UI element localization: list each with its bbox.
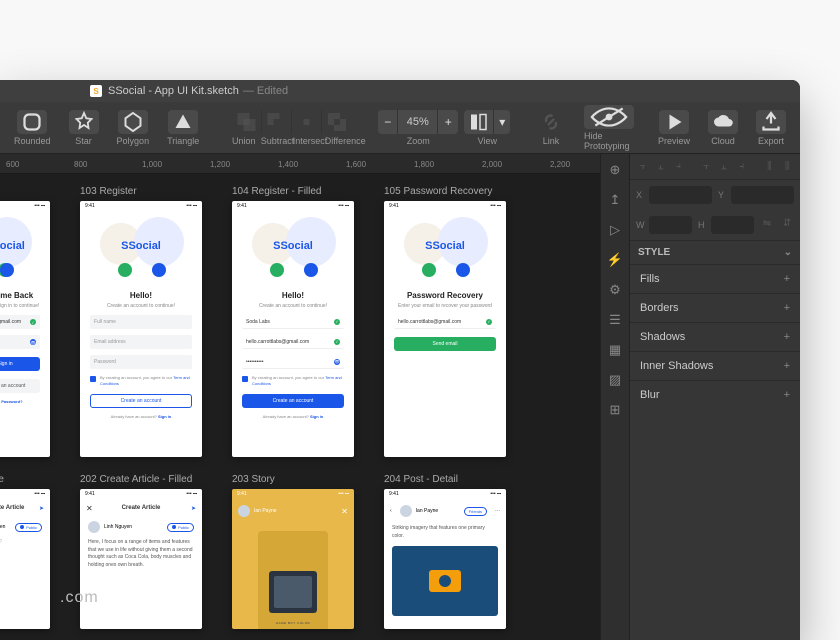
link-button[interactable]: Link	[530, 108, 572, 148]
close-icon: ✕	[341, 507, 348, 516]
image-icon[interactable]: ▨	[607, 372, 623, 388]
signal-icon: ••• ⎓	[186, 203, 197, 209]
cloud-button[interactable]: Cloud	[702, 108, 744, 148]
inspector-panel: ⫟ ⫠ ⫞ ⫟ ⫠ ⫞ ⫼ ⫼ X Y W H ⇋ ⇵ STYLE⌄ Fills…	[630, 154, 800, 640]
view-group: ▾ View	[464, 110, 510, 146]
grid-icon[interactable]: ▦	[607, 342, 623, 358]
horizontal-ruler: 600 800 1,000 1,200 1,400 1,600 1,800 2,…	[0, 154, 600, 174]
zoom-group: − 45% + Zoom	[378, 110, 458, 146]
tool-rounded[interactable]: Rounded	[8, 108, 57, 148]
h-input[interactable]	[711, 216, 754, 234]
tool-polygon[interactable]: Polygon	[111, 108, 156, 148]
align-right-icon[interactable]: ⫞	[672, 160, 686, 174]
tool-intersect[interactable]	[292, 110, 322, 134]
artboard-story[interactable]: 203 Story 9:41••• ⎓ Ian Payne✕ GAME BOY …	[232, 474, 354, 629]
flash-icon[interactable]: ⚡	[607, 252, 623, 268]
artboard-register-filled[interactable]: 104 Register - Filled 9:41••• ⎓ SSocial …	[232, 186, 354, 457]
fills-row[interactable]: Fills+	[630, 264, 800, 293]
blur-row[interactable]: Blur+	[630, 380, 800, 409]
artboard-create-article[interactable]: ate Article 9:41••• ⎓ ✕Create Article➤ h…	[0, 474, 50, 629]
alignment-row: ⫟ ⫠ ⫞ ⫟ ⫠ ⫞ ⫼ ⫼	[630, 154, 800, 180]
export-button[interactable]: Export	[750, 108, 792, 148]
tool-union[interactable]	[232, 110, 262, 134]
hide-prototyping-button[interactable]: Hide Prototyping	[578, 103, 640, 153]
reticle-icon[interactable]: ⊕	[607, 162, 623, 178]
align-center-v-icon[interactable]: ⫠	[717, 160, 731, 174]
plus-icon[interactable]: +	[784, 360, 790, 372]
document-icon	[90, 85, 102, 97]
plus-icon[interactable]: +	[784, 331, 790, 343]
story-image: GAME BOY COLOR	[258, 531, 328, 629]
view-mode-1[interactable]	[464, 110, 494, 134]
smile-icon	[0, 263, 14, 277]
canvas-workspace[interactable]: 600 800 1,000 1,200 1,400 1,600 1,800 2,…	[0, 154, 600, 640]
inner-shadows-row[interactable]: Inner Shadows+	[630, 351, 800, 380]
plus-icon[interactable]: +	[784, 273, 790, 285]
toolbar: Rounded Star Polygon Triangle Union Subt…	[0, 102, 800, 154]
avatar	[400, 505, 412, 517]
play-icon[interactable]: ▷	[607, 222, 623, 238]
plus-icon[interactable]: +	[784, 302, 790, 314]
add-image-icon[interactable]: ⊞	[607, 402, 623, 418]
back-icon: ‹	[390, 508, 392, 514]
boolean-ops-group	[232, 110, 352, 134]
flip-v-icon[interactable]: ⇵	[780, 216, 794, 230]
chevron-down-icon: ⌄	[784, 247, 792, 258]
artboard-signin-filled[interactable]: n - Filled 9:41••• ⎓ SSocial Welcome Bac…	[0, 186, 50, 457]
flip-h-icon[interactable]: ⇋	[760, 216, 774, 230]
gear-icon[interactable]: ⚙	[607, 282, 623, 298]
align-left-icon[interactable]: ⫟	[636, 160, 650, 174]
canvas[interactable]: n - Filled 9:41••• ⎓ SSocial Welcome Bac…	[0, 174, 600, 640]
align-center-h-icon[interactable]: ⫠	[654, 160, 668, 174]
upload-icon[interactable]: ↥	[607, 192, 623, 208]
preview-button[interactable]: Preview	[652, 108, 696, 148]
tool-star[interactable]: Star	[63, 108, 105, 148]
canvas-tools-strip: ⊕ ↥ ▷ ⚡ ⚙ ☰ ▦ ▨ ⊞	[600, 154, 630, 640]
plus-icon[interactable]: +	[784, 389, 790, 401]
view-mode-2[interactable]: ▾	[494, 110, 510, 134]
tool-subtract[interactable]	[262, 110, 292, 134]
signal-icon: ••• ⎓	[34, 203, 45, 209]
document-filename: SSocial - App UI Kit.sketch	[108, 85, 239, 97]
zoom-out-button[interactable]: −	[378, 110, 398, 134]
edited-indicator: — Edited	[243, 85, 288, 97]
artboard-post-detail[interactable]: 204 Post - Detail 9:41••• ⎓ ‹Ian PayneFr…	[384, 474, 506, 629]
zoom-in-button[interactable]: +	[438, 110, 458, 134]
more-icon: ⋯	[495, 508, 500, 514]
y-input[interactable]	[731, 186, 794, 204]
list-icon[interactable]: ☰	[607, 312, 623, 328]
avatar	[88, 521, 100, 533]
post-image	[392, 546, 498, 616]
artboard-password-recovery[interactable]: 105 Password Recovery 9:41••• ⎓ SSocial …	[384, 186, 506, 457]
align-top-icon[interactable]: ⫟	[699, 160, 713, 174]
tool-triangle[interactable]: Triangle	[161, 108, 205, 148]
align-bottom-icon[interactable]: ⫞	[735, 160, 749, 174]
x-input[interactable]	[649, 186, 712, 204]
tool-difference[interactable]	[322, 110, 352, 134]
distribute-v-icon[interactable]: ⫼	[780, 160, 794, 174]
app-window: SSocial - App UI Kit.sketch — Edited Rou…	[0, 80, 800, 640]
artboard-register[interactable]: 103 Register 9:41••• ⎓ SSocial Hello! Cr…	[80, 186, 202, 457]
watermark: .com	[60, 589, 99, 607]
zoom-value[interactable]: 45%	[398, 110, 438, 134]
borders-row[interactable]: Borders+	[630, 293, 800, 322]
titlebar: SSocial - App UI Kit.sketch — Edited	[0, 80, 800, 102]
style-section-header[interactable]: STYLE⌄	[630, 240, 800, 264]
avatar	[238, 505, 250, 517]
w-input[interactable]	[649, 216, 692, 234]
distribute-h-icon[interactable]: ⫼	[763, 160, 777, 174]
shadows-row[interactable]: Shadows+	[630, 322, 800, 351]
